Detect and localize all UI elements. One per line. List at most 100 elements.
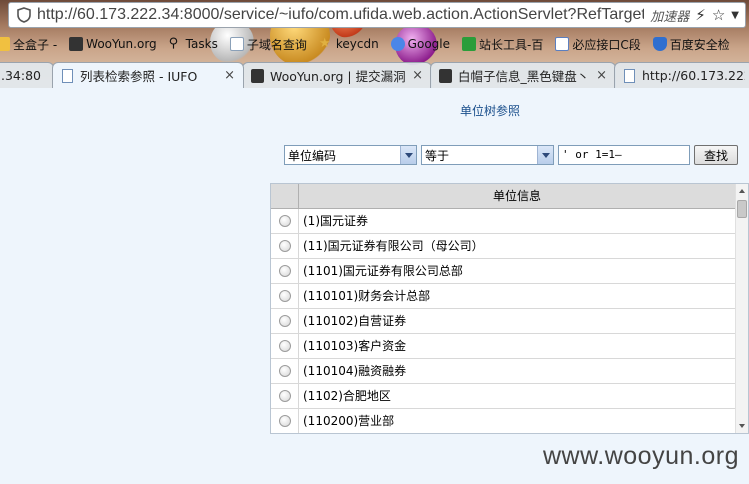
table-row[interactable]: (110104)融资融券 bbox=[271, 359, 748, 384]
folder-icon bbox=[0, 37, 10, 51]
scroll-down-icon[interactable] bbox=[736, 419, 748, 433]
table-row[interactable]: (11)国元证券有限公司（母公司） bbox=[271, 234, 748, 259]
column-header-unit-info: 单位信息 bbox=[492, 189, 541, 203]
query-input[interactable]: ' or 1=1— bbox=[558, 145, 690, 165]
tab-title: 列表检索参照 - IUFO bbox=[80, 69, 198, 84]
scroll-up-icon[interactable] bbox=[736, 184, 748, 198]
accelerator-label[interactable]: 加速器 bbox=[650, 6, 689, 25]
tab-title: WooYun.org | 提交漏洞 bbox=[270, 69, 406, 84]
page-content: 单位树参照 单位编码 等于 ' or 1=1— 查找 单位信息 (1)国元证券(… bbox=[0, 88, 749, 484]
unit-tree-link[interactable]: 单位树参照 bbox=[460, 102, 520, 119]
bookmark-item[interactable]: 子域名查询 bbox=[229, 36, 307, 53]
browser-chrome: http://60.173.222.34:8000/service/~iufo/… bbox=[0, 0, 749, 88]
search-icon: ⚲ bbox=[168, 36, 179, 51]
browser-tab[interactable]: .34:80 bbox=[0, 62, 54, 88]
row-radio-button[interactable] bbox=[278, 340, 291, 352]
bookmark-item[interactable]: WooYun.org bbox=[69, 37, 157, 51]
tool-icon bbox=[462, 37, 476, 51]
row-radio-button[interactable] bbox=[278, 240, 291, 252]
table-row[interactable]: (1101)国元证券有限公司总部 bbox=[271, 259, 748, 284]
field-select-value: 单位编码 bbox=[288, 148, 337, 163]
table-row[interactable]: (110103)客户资金 bbox=[271, 334, 748, 359]
browser-tab[interactable]: http://60.173.222 bbox=[614, 62, 749, 88]
search-button[interactable]: 查找 bbox=[694, 145, 738, 165]
wooyun-icon bbox=[439, 68, 452, 83]
bookmark-item[interactable]: 全盒子 - bbox=[0, 36, 57, 53]
unit-name-cell[interactable]: (110103)客户资金 bbox=[299, 334, 735, 358]
wooyun-icon bbox=[69, 37, 84, 51]
star-icon[interactable]: ☆ bbox=[712, 6, 725, 24]
bookmark-label: Google bbox=[407, 37, 450, 51]
chevron-down-icon[interactable] bbox=[400, 146, 416, 164]
row-select-cell bbox=[271, 334, 299, 358]
row-select-cell bbox=[271, 234, 299, 258]
table-body: (1)国元证券 (11)国元证券有限公司（母公司） (1101)国元证券有限公司总部… bbox=[271, 209, 748, 433]
unit-name-cell[interactable]: (110101)财务会计总部 bbox=[299, 284, 735, 308]
bookmark-item[interactable]: ⚲ Tasks bbox=[168, 36, 218, 52]
bookmark-item[interactable]: 百度安全检 bbox=[652, 36, 730, 53]
bookmark-item[interactable]: Google bbox=[390, 37, 450, 51]
url-text[interactable]: http://60.173.222.34:8000/service/~iufo/… bbox=[37, 6, 644, 24]
close-icon[interactable]: × bbox=[224, 68, 235, 83]
row-select-cell bbox=[271, 309, 299, 333]
row-radio-button[interactable] bbox=[278, 415, 291, 427]
unit-name-cell[interactable]: (110200)营业部 bbox=[299, 409, 735, 433]
row-radio-button[interactable] bbox=[278, 215, 291, 227]
scrollbar-thumb[interactable] bbox=[737, 200, 747, 218]
chevron-down-icon[interactable] bbox=[537, 146, 553, 164]
row-select-cell bbox=[271, 409, 299, 433]
row-select-cell bbox=[271, 284, 299, 308]
row-radio-button[interactable] bbox=[278, 365, 291, 377]
operator-select[interactable]: 等于 bbox=[421, 145, 554, 165]
browser-tab-active[interactable]: 列表检索参照 - IUFO × bbox=[52, 62, 244, 88]
unit-name-cell[interactable]: (1)国元证券 bbox=[299, 209, 735, 233]
row-radio-button[interactable] bbox=[278, 290, 291, 302]
close-icon[interactable]: × bbox=[412, 68, 423, 83]
unit-name-cell[interactable]: (110102)自营证券 bbox=[299, 309, 735, 333]
row-radio-button[interactable] bbox=[278, 390, 291, 402]
table-row[interactable]: (110101)财务会计总部 bbox=[271, 284, 748, 309]
bookmark-label: WooYun.org bbox=[86, 37, 157, 51]
row-radio-button[interactable] bbox=[278, 265, 291, 277]
operator-select-value: 等于 bbox=[425, 148, 450, 163]
field-select[interactable]: 单位编码 bbox=[284, 145, 417, 165]
page-icon bbox=[624, 68, 635, 83]
unit-table: 单位信息 (1)国元证券 (11)国元证券有限公司（母公司） (1101)国元证券有… bbox=[270, 183, 749, 434]
unit-name-cell[interactable]: (110104)融资融券 bbox=[299, 359, 735, 383]
shield-icon bbox=[652, 37, 667, 51]
page-icon bbox=[62, 68, 73, 83]
unit-name-cell[interactable]: (1102)合肥地区 bbox=[299, 384, 735, 408]
tab-title: http://60.173.222 bbox=[642, 68, 745, 83]
tab-strip: .34:80 列表检索参照 - IUFO × WooYun.org | 提交漏洞… bbox=[0, 62, 749, 88]
unit-name-cell[interactable]: (1101)国元证券有限公司总部 bbox=[299, 259, 735, 283]
row-select-cell bbox=[271, 384, 299, 408]
row-select-cell bbox=[271, 359, 299, 383]
tab-title: .34:80 bbox=[1, 68, 41, 83]
table-row[interactable]: (1102)合肥地区 bbox=[271, 384, 748, 409]
bookmark-item[interactable]: 必应接口C段 bbox=[555, 36, 641, 53]
tab-title: 白帽子信息_黑色键盘丶 bbox=[458, 69, 590, 84]
table-row[interactable]: (110102)自营证券 bbox=[271, 309, 748, 334]
google-icon bbox=[390, 37, 405, 51]
bookmark-item[interactable]: 站长工具-百 bbox=[462, 36, 543, 53]
vertical-scrollbar[interactable] bbox=[735, 184, 748, 433]
bookmark-label: 百度安全检 bbox=[669, 37, 730, 52]
bookmark-item[interactable]: ★ keycdn bbox=[319, 37, 379, 52]
bookmark-label: 站长工具-百 bbox=[479, 37, 544, 52]
unit-name-cell[interactable]: (11)国元证券有限公司（母公司） bbox=[299, 234, 735, 258]
browser-tab[interactable]: 白帽子信息_黑色键盘丶 × bbox=[430, 62, 616, 88]
close-icon[interactable]: × bbox=[596, 68, 607, 83]
table-row[interactable]: (1)国元证券 bbox=[271, 209, 748, 234]
address-bar[interactable]: http://60.173.222.34:8000/service/~iufo/… bbox=[8, 2, 746, 28]
bookmark-label: keycdn bbox=[335, 37, 379, 51]
watermark-text: www.wooyun.org bbox=[543, 442, 739, 470]
bookmark-label: 全盒子 - bbox=[13, 37, 58, 52]
table-row[interactable]: (110200)营业部 bbox=[271, 409, 748, 433]
dropdown-arrow-icon[interactable]: ▼ bbox=[731, 10, 739, 21]
lightning-icon[interactable]: ⚡ bbox=[695, 6, 706, 24]
row-select-cell bbox=[271, 209, 299, 233]
bookmark-label: Tasks bbox=[185, 37, 218, 51]
table-header: 单位信息 bbox=[271, 184, 748, 209]
browser-tab[interactable]: WooYun.org | 提交漏洞 × bbox=[242, 62, 432, 88]
row-radio-button[interactable] bbox=[278, 315, 291, 327]
